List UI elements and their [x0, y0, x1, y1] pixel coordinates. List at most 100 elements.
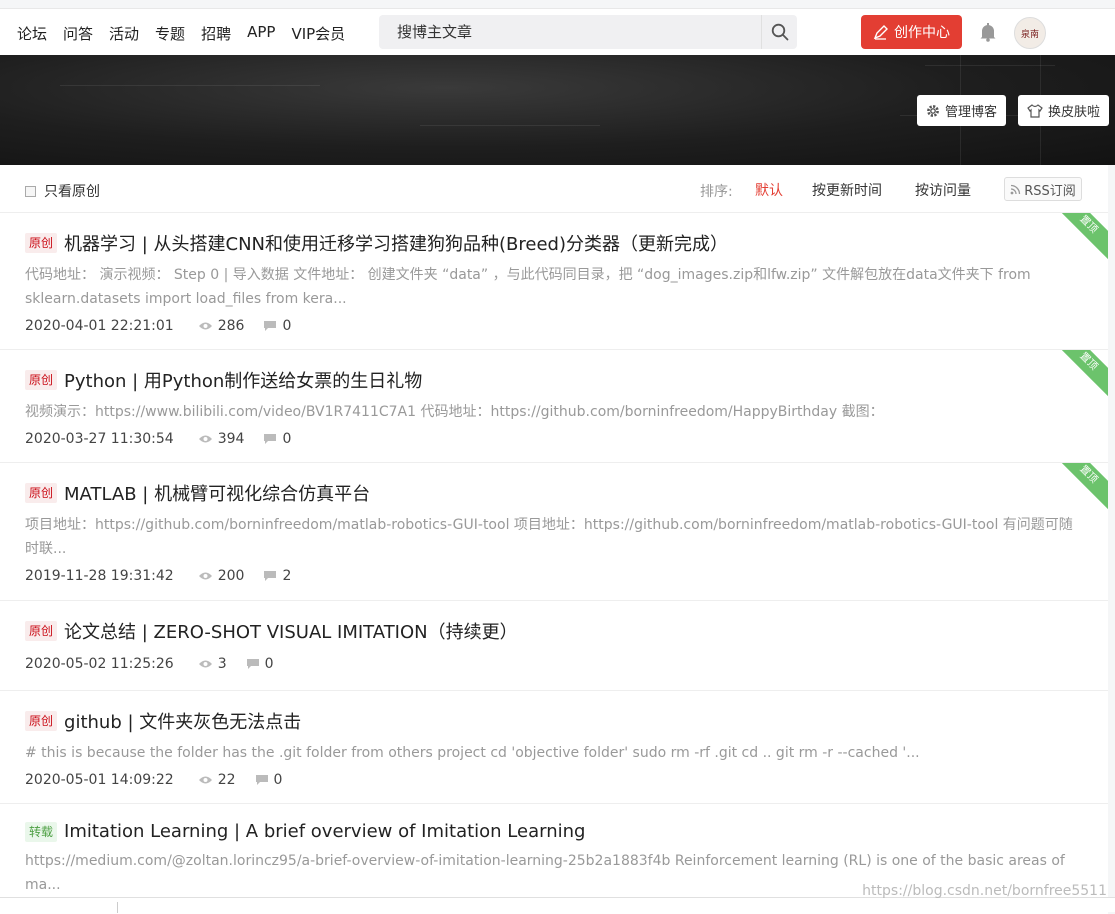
pinned-label: 置顶: [1077, 213, 1100, 236]
eye-icon: [198, 660, 212, 668]
article-tag: 原创: [25, 483, 58, 503]
sort-by-views[interactable]: 按访问量: [915, 180, 971, 200]
comment-icon: [246, 659, 259, 669]
comment-count-value: 0: [264, 656, 274, 672]
eye-icon: [198, 572, 212, 580]
pinned-label: 置顶: [1077, 350, 1100, 373]
comment-icon: [255, 775, 268, 785]
main-nav: 论坛 问答 活动 专题 招聘 APP VIP会员: [17, 23, 361, 44]
sort-label: 排序:: [700, 184, 733, 200]
manage-blog-button[interactable]: 管理博客: [917, 95, 1007, 126]
search-input[interactable]: [379, 15, 761, 49]
article-title-link[interactable]: 转载 Imitation Learning | A brief overview…: [25, 821, 1083, 842]
view-count: 286: [198, 318, 245, 334]
nav-qa[interactable]: 问答: [63, 23, 93, 44]
article-title: 论文总结 | ZERO-SHOT VISUAL IMITATION（持续更）: [64, 622, 518, 643]
article-item: 原创 论文总结 | ZERO-SHOT VISUAL IMITATION（持续更…: [0, 601, 1108, 691]
article-list: 置顶 原创 机器学习 | 从头搭建CNN和使用迁移学习搭建狗狗品种(Breed)…: [0, 213, 1108, 914]
article-abstract: # this is because the folder has the .gi…: [25, 745, 920, 761]
shirt-icon: [1027, 103, 1043, 118]
nav-activity[interactable]: 活动: [109, 23, 139, 44]
nav-jobs[interactable]: 招聘: [201, 23, 231, 44]
search-icon: [771, 23, 788, 41]
article-title: 机器学习 | 从头搭建CNN和使用迁移学习搭建狗狗品种(Breed)分类器（更新…: [64, 234, 728, 255]
sort-default[interactable]: 默认: [755, 180, 783, 200]
nav-vip[interactable]: VIP会员: [291, 23, 345, 44]
bottom-bar: [0, 897, 1115, 913]
nav-topics[interactable]: 专题: [155, 23, 185, 44]
article-title-link[interactable]: 原创 机器学习 | 从头搭建CNN和使用迁移学习搭建狗狗品种(Breed)分类器…: [25, 230, 1083, 256]
top-navbar: 论坛 问答 活动 专题 招聘 APP VIP会员 创作中心 泉南: [0, 8, 1115, 55]
view-count: 3: [198, 656, 227, 672]
article-date: 2020-03-27 11:30:54: [25, 431, 174, 447]
avatar-text: 泉南: [1020, 29, 1039, 40]
comment-count-value: 0: [282, 318, 292, 334]
article-meta: 2020-05-01 14:09:22 22 0: [25, 768, 1083, 792]
rss-subscribe-button[interactable]: RSS订阅: [1004, 177, 1082, 201]
user-avatar[interactable]: 泉南: [1014, 17, 1046, 49]
view-count: 200: [198, 568, 245, 584]
search-box: [379, 15, 797, 49]
view-count-value: 200: [217, 568, 245, 584]
comment-icon: [264, 321, 277, 331]
article-meta: 2020-05-02 11:25:26 3 0: [25, 652, 1083, 676]
nav-app[interactable]: APP: [247, 23, 275, 44]
article-title-link[interactable]: 原创 Python | 用Python制作送给女票的生日礼物: [25, 367, 1083, 393]
sort-by-update-time[interactable]: 按更新时间: [812, 180, 882, 200]
rss-icon: [1010, 184, 1021, 194]
view-count-value: 3: [217, 656, 227, 672]
article-tag: 原创: [25, 370, 58, 390]
article-item: 置顶 原创 MATLAB | 机械臂可视化综合仿真平台 项目地址：https:/…: [0, 463, 1108, 601]
article-date: 2020-05-02 11:25:26: [25, 656, 174, 672]
watermark: https://blog.csdn.net/bornfree5511: [862, 883, 1107, 899]
search-button[interactable]: [761, 15, 797, 49]
original-only-label: 只看原创: [44, 184, 100, 200]
article-tag: 原创: [25, 621, 58, 641]
article-tag: 原创: [25, 233, 58, 253]
article-title-link[interactable]: 原创 MATLAB | 机械臂可视化综合仿真平台: [25, 480, 1083, 506]
article-item: 置顶 原创 机器学习 | 从头搭建CNN和使用迁移学习搭建狗狗品种(Breed)…: [0, 213, 1108, 350]
article-title: Python | 用Python制作送给女票的生日礼物: [64, 371, 423, 392]
comment-count-value: 0: [273, 772, 283, 788]
pinned-label: 置顶: [1077, 463, 1100, 486]
comment-icon: [264, 571, 277, 581]
view-count: 22: [198, 772, 236, 788]
blog-banner: 管理博客 换皮肤啦: [0, 55, 1115, 165]
article-meta: 2020-04-01 22:21:01 286 0: [25, 314, 1083, 338]
eye-icon: [198, 322, 212, 330]
create-center-button[interactable]: 创作中心: [861, 15, 962, 49]
view-count-value: 286: [217, 318, 245, 334]
view-count: 394: [198, 431, 245, 447]
article-meta: 2019-11-28 19:31:42 200 2: [25, 564, 1083, 588]
divider: [117, 902, 118, 913]
filter-bar: 只看原创 排序: 默认 按更新时间 按访问量 RSS订阅: [0, 165, 1108, 213]
nav-forum[interactable]: 论坛: [17, 23, 47, 44]
article-title-link[interactable]: 原创 论文总结 | ZERO-SHOT VISUAL IMITATION（持续更…: [25, 618, 1083, 644]
article-item: 置顶 原创 Python | 用Python制作送给女票的生日礼物 视频演示：h…: [0, 350, 1108, 463]
article-abstract: 代码地址： 演示视频： Step 0 | 导入数据 文件地址： 创建文件夹 “d…: [25, 267, 1031, 307]
rss-label: RSS订阅: [1024, 183, 1076, 199]
comment-icon: [264, 434, 277, 444]
article-meta: 2020-03-27 11:30:54 394 0: [25, 427, 1083, 451]
comment-count: 0: [255, 772, 283, 788]
eye-icon: [198, 776, 212, 784]
pen-icon: [873, 24, 888, 40]
article-title: github | 文件夹灰色无法点击: [64, 712, 302, 733]
notifications-bell-icon[interactable]: [978, 22, 998, 42]
article-abstract: 视频演示：https://www.bilibili.com/video/BV1R…: [25, 404, 884, 420]
comment-count-value: 2: [282, 568, 292, 584]
article-date: 2020-05-01 14:09:22: [25, 772, 174, 788]
view-count-value: 394: [217, 431, 245, 447]
article-tag: 转载: [25, 821, 58, 842]
comment-count: 2: [263, 568, 291, 584]
checkbox-box[interactable]: [25, 185, 36, 197]
manage-blog-label: 管理博客: [945, 105, 998, 120]
article-title-link[interactable]: 原创 github | 文件夹灰色无法点击: [25, 708, 1083, 734]
change-skin-button[interactable]: 换皮肤啦: [1018, 95, 1110, 126]
comment-count: 0: [246, 656, 274, 672]
eye-icon: [198, 435, 212, 443]
article-date: 2019-11-28 19:31:42: [25, 568, 174, 584]
original-only-checkbox[interactable]: 只看原创: [25, 181, 100, 201]
article-item: 原创 github | 文件夹灰色无法点击 # this is because …: [0, 691, 1108, 804]
view-count-value: 22: [217, 772, 236, 788]
